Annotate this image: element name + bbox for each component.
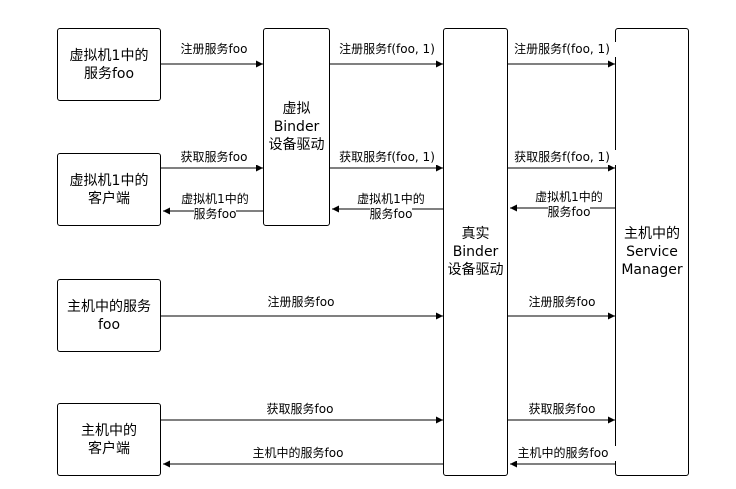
label-vbinder-reply: 虚拟机1中的 服务foo bbox=[181, 192, 249, 222]
vm-client-box: 虚拟机1中的 客户端 bbox=[57, 153, 161, 226]
label-host-get: 获取服务foo bbox=[250, 402, 350, 417]
label-host-register: 注册服务foo bbox=[246, 295, 356, 310]
host-client-box: 主机中的 客户端 bbox=[57, 403, 161, 476]
label-vbinder-register: 注册服务f(foo, 1) bbox=[332, 42, 442, 57]
label-sm-reply: 虚拟机1中的 服务foo bbox=[535, 190, 603, 220]
label-rbinder-register: 注册服务f(foo, 1) bbox=[508, 42, 616, 57]
service-manager-box: 主机中的 Service Manager bbox=[615, 28, 689, 476]
vm-service-box: 虚拟机1中的 服务foo bbox=[57, 28, 161, 101]
label-rbinder-host-reply: 主机中的服务foo bbox=[238, 446, 358, 461]
virtual-binder-box: 虚拟 Binder 设备驱动 bbox=[263, 28, 330, 226]
label-vbinder-get: 获取服务f(foo, 1) bbox=[332, 150, 442, 165]
label-rbinder-host-register: 注册服务foo bbox=[518, 295, 606, 310]
real-binder-box: 真实 Binder 设备驱动 bbox=[443, 28, 508, 476]
label-vm-register: 注册服务foo bbox=[170, 42, 258, 57]
label-rbinder-host-get: 获取服务foo bbox=[518, 402, 606, 417]
host-service-box: 主机中的服务 foo bbox=[57, 279, 161, 352]
label-vm-get: 获取服务foo bbox=[170, 150, 258, 165]
label-sm-host-reply: 主机中的服务foo bbox=[510, 446, 616, 461]
label-rbinder-get: 获取服务f(foo, 1) bbox=[508, 150, 616, 165]
label-rbinder-reply: 虚拟机1中的 服务foo bbox=[357, 192, 425, 222]
